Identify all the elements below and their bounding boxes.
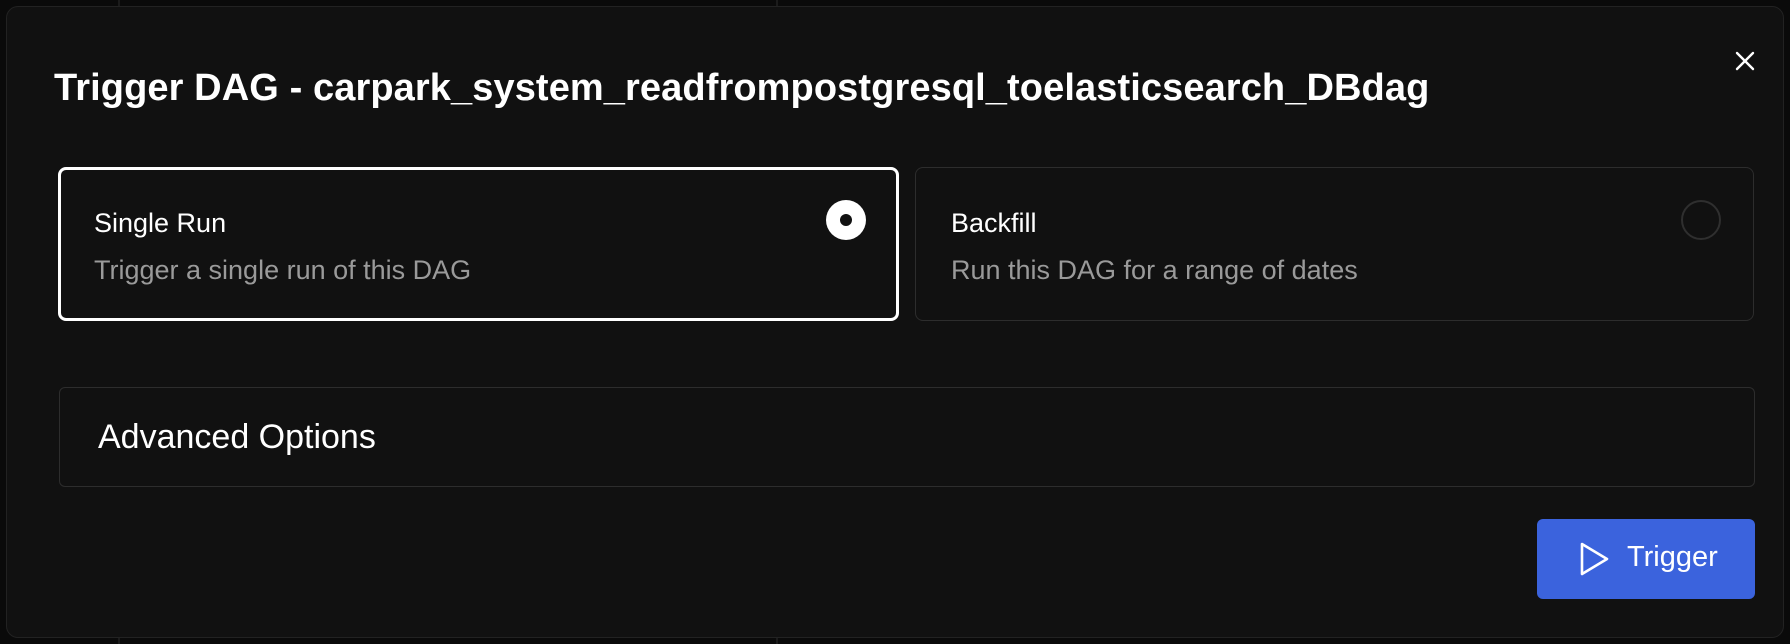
run-option-title: Single Run xyxy=(94,208,227,238)
run-option-backfill[interactable]: Backfill Run this DAG for a range of dat… xyxy=(915,167,1754,321)
advanced-options-accordion[interactable]: Advanced Options xyxy=(59,387,1755,487)
run-option-title: Backfill xyxy=(951,208,1037,238)
play-icon xyxy=(1580,542,1609,576)
run-option-single-run[interactable]: Single Run Trigger a single run of this … xyxy=(58,167,899,321)
radio-dot-icon xyxy=(840,214,852,226)
trigger-button[interactable]: Trigger xyxy=(1537,519,1755,599)
trigger-dag-dialog: Trigger DAG - carpark_system_readfrompos… xyxy=(6,6,1784,638)
run-option-description: Run this DAG for a range of dates xyxy=(951,255,1358,285)
close-icon xyxy=(1735,51,1755,71)
run-option-description: Trigger a single run of this DAG xyxy=(94,255,472,285)
dialog-title: Trigger DAG - carpark_system_readfrompos… xyxy=(54,67,1430,109)
trigger-button-label: Trigger xyxy=(1627,541,1718,573)
close-button[interactable] xyxy=(1727,43,1763,79)
radio-button-selected[interactable] xyxy=(826,200,866,240)
advanced-options-label: Advanced Options xyxy=(98,418,376,456)
radio-button-unselected[interactable] xyxy=(1681,200,1721,240)
